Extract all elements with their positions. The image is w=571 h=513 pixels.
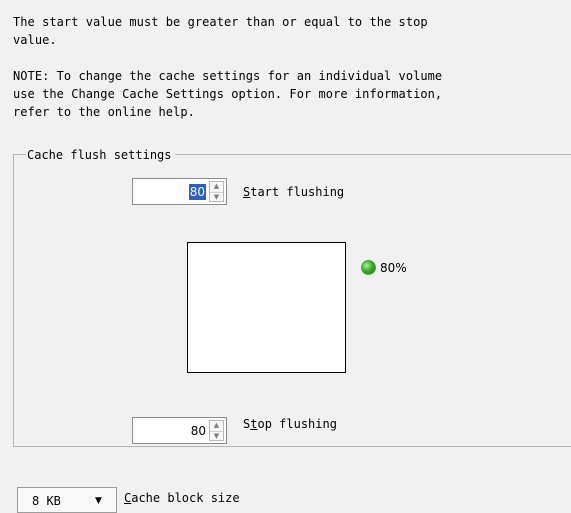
start-flushing-label-text: tart flushing xyxy=(250,185,345,199)
cache-block-size-label-text: ache block size xyxy=(131,491,240,505)
stop-flushing-value[interactable]: 80 xyxy=(191,423,206,439)
stop-flushing-label-text: op flushing xyxy=(257,417,337,431)
stop-flushing-label: Stop flushing xyxy=(243,416,337,432)
chevron-down-icon[interactable]: ▼ xyxy=(95,493,102,509)
intro-line-1: The start value must be greater than or … xyxy=(13,15,428,29)
green-indicator-icon xyxy=(361,260,376,275)
cache-level-percent: 80% xyxy=(380,261,407,275)
intro-line-2: value. xyxy=(13,33,57,47)
spin-up-icon[interactable]: ▲ xyxy=(210,421,223,432)
cache-block-size-label: Cache block size xyxy=(124,490,240,506)
cache-level-box xyxy=(187,242,346,373)
note-text: NOTE: To change the cache settings for a… xyxy=(13,67,442,121)
stop-flushing-spin-buttons[interactable]: ▲ ▼ xyxy=(209,420,224,441)
spin-down-icon[interactable]: ▼ xyxy=(210,193,223,203)
note-line-1: NOTE: To change the cache settings for a… xyxy=(13,69,443,83)
cache-block-size-value[interactable]: 8 KB xyxy=(32,493,61,509)
spin-down-icon[interactable]: ▼ xyxy=(210,432,223,442)
note-line-2: use the Change Cache Settings option. Fo… xyxy=(13,87,443,101)
cache-block-size-select[interactable]: 8 KB ▼ xyxy=(17,487,117,513)
start-flushing-spin-buttons[interactable]: ▲ ▼ xyxy=(209,181,224,202)
intro-text: The start value must be greater than or … xyxy=(13,13,428,49)
start-flushing-value[interactable]: 80 xyxy=(188,184,206,200)
cache-flush-group-title: Cache flush settings xyxy=(26,147,175,163)
start-flushing-label: Start flushing xyxy=(243,184,344,200)
start-flushing-spinner[interactable]: 80 ▲ ▼ xyxy=(132,178,227,205)
stop-flushing-spinner[interactable]: 80 ▲ ▼ xyxy=(132,417,227,444)
spin-up-icon[interactable]: ▲ xyxy=(210,182,223,193)
note-line-3: refer to the online help. xyxy=(13,105,195,119)
